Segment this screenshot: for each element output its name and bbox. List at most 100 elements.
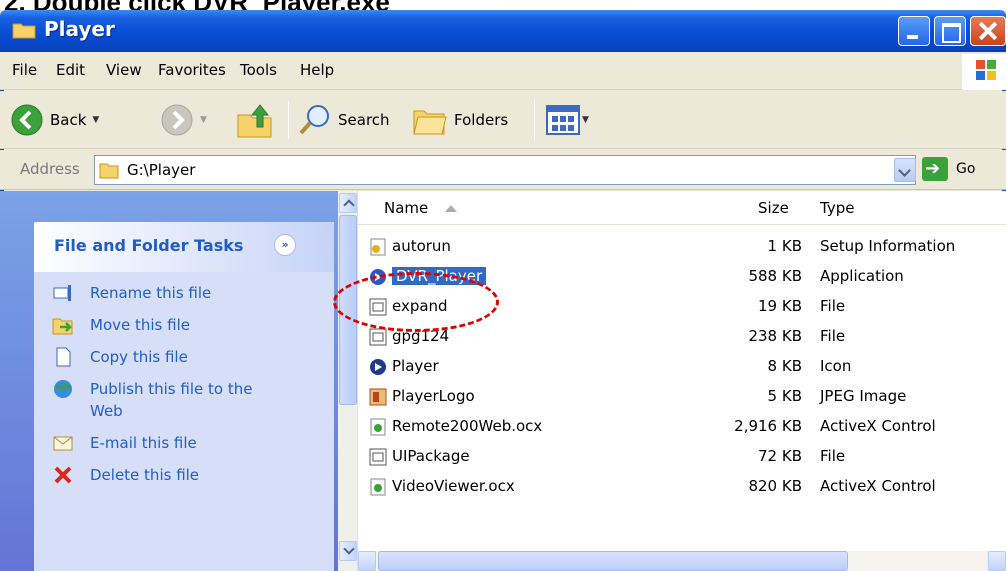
menu-file[interactable]: File xyxy=(12,61,37,79)
minimize-button[interactable] xyxy=(898,16,930,46)
task-publish[interactable]: Publish this file to the Web xyxy=(52,378,322,422)
file-icon xyxy=(369,448,387,466)
file-row[interactable]: Remote200Web.ocx 2,916 KB ActiveX Contro… xyxy=(368,413,998,443)
file-row[interactable]: gpg124 238 KB File xyxy=(368,323,998,353)
file-row[interactable]: autorun 1 KB Setup Information xyxy=(368,233,998,263)
menu-edit[interactable]: Edit xyxy=(56,61,85,79)
task-move[interactable]: Move this file xyxy=(52,314,322,336)
go-button[interactable]: Go xyxy=(922,157,975,181)
file-size: 19 KB xyxy=(758,297,802,315)
activex-icon xyxy=(370,418,386,436)
file-list-pane: Name Size Type autorun 1 KB Setup Inform… xyxy=(338,191,1006,571)
horizontal-scrollbar[interactable] xyxy=(358,551,1006,571)
views-dropdown-icon[interactable]: ▼ xyxy=(582,115,589,125)
scroll-up-button[interactable] xyxy=(339,193,357,213)
file-row[interactable]: UIPackage 72 KB File xyxy=(368,443,998,473)
file-row[interactable]: Player 8 KB Icon xyxy=(368,353,998,383)
file-name: Remote200Web.ocx xyxy=(392,417,543,435)
scroll-left-button[interactable] xyxy=(358,551,376,571)
column-header-name[interactable]: Name xyxy=(384,191,458,225)
file-size: 1 KB xyxy=(767,237,802,255)
column-header-size-label: Size xyxy=(758,199,789,217)
address-path: G:\Player xyxy=(127,161,196,179)
file-name: Player xyxy=(392,357,439,375)
file-size: 72 KB xyxy=(758,447,802,465)
file-type: Setup Information xyxy=(820,237,956,255)
task-label: Publish this file to the Web xyxy=(90,380,253,420)
maximize-button[interactable] xyxy=(934,16,966,46)
file-name: autorun xyxy=(392,237,451,255)
file-size: 2,916 KB xyxy=(734,417,802,435)
address-label: Address xyxy=(20,160,80,178)
column-header-type[interactable]: Type xyxy=(820,191,854,225)
column-header-name-label: Name xyxy=(384,199,429,217)
task-rename[interactable]: Rename this file xyxy=(52,282,322,304)
menu-help[interactable]: Help xyxy=(300,61,334,79)
file-name: gpg124 xyxy=(392,327,450,345)
windows-logo-icon xyxy=(962,54,1006,90)
close-button[interactable] xyxy=(970,16,1006,46)
task-label: Move this file xyxy=(90,316,190,334)
image-icon xyxy=(369,388,387,406)
address-input[interactable]: G:\Player xyxy=(94,155,916,185)
file-size: 820 KB xyxy=(748,477,802,495)
file-type: ActiveX Control xyxy=(820,417,936,435)
go-label: Go xyxy=(956,161,976,177)
search-icon xyxy=(299,105,329,135)
file-type: Application xyxy=(820,267,904,285)
file-size: 238 KB xyxy=(748,327,802,345)
task-list: Rename this file Move this file Copy thi… xyxy=(52,282,322,496)
column-header-size[interactable]: Size xyxy=(758,191,789,225)
forward-dropdown-icon[interactable]: ▼ xyxy=(200,115,207,125)
activex-icon xyxy=(370,478,386,496)
file-type: File xyxy=(820,327,846,345)
address-dropdown-button[interactable] xyxy=(894,158,916,182)
back-dropdown-icon[interactable]: ▼ xyxy=(92,115,99,125)
file-row[interactable]: DVR_Player 588 KB Application xyxy=(368,263,998,293)
file-size: 5 KB xyxy=(767,387,802,405)
folders-button[interactable]: Folders xyxy=(412,103,508,137)
file-size: 588 KB xyxy=(748,267,802,285)
back-label: Back xyxy=(50,111,87,129)
scroll-thumb[interactable] xyxy=(339,215,357,405)
task-delete[interactable]: Delete this file xyxy=(52,464,322,486)
collapse-chevron-icon[interactable]: » xyxy=(274,234,296,256)
file-row[interactable]: expand 19 KB File xyxy=(368,293,998,323)
file-type: JPEG Image xyxy=(820,387,907,405)
file-name: PlayerLogo xyxy=(392,387,475,405)
file-type: ActiveX Control xyxy=(820,477,936,495)
forward-button[interactable]: ▼ xyxy=(160,103,207,137)
task-copy[interactable]: Copy this file xyxy=(52,346,322,368)
file-name: VideoViewer.ocx xyxy=(392,477,515,495)
scroll-down-button[interactable] xyxy=(339,541,357,561)
folder-icon xyxy=(12,23,36,39)
up-folder-icon xyxy=(237,104,272,138)
task-panel-title: File and Folder Tasks xyxy=(54,236,244,255)
title-bar[interactable]: Player xyxy=(0,10,1006,52)
search-button[interactable]: Search xyxy=(298,103,390,137)
toolbar-separator xyxy=(534,101,535,139)
email-icon xyxy=(53,436,73,451)
scroll-thumb[interactable] xyxy=(378,551,848,571)
up-folder-button[interactable] xyxy=(236,101,276,139)
task-panel-header[interactable]: File and Folder Tasks » xyxy=(34,222,334,272)
rename-icon xyxy=(53,285,71,301)
file-row[interactable]: VideoViewer.ocx 820 KB ActiveX Control xyxy=(368,473,998,503)
scroll-right-button[interactable] xyxy=(988,551,1006,571)
task-label: E-mail this file xyxy=(90,434,197,452)
setup-icon xyxy=(370,238,386,256)
menu-view[interactable]: View xyxy=(106,61,142,79)
back-button[interactable]: Back ▼ xyxy=(10,103,99,137)
vertical-scrollbar[interactable] xyxy=(338,191,358,571)
delete-icon xyxy=(54,466,72,484)
go-arrow-icon xyxy=(922,157,948,181)
views-button[interactable]: ▼ xyxy=(546,105,589,135)
back-arrow-icon xyxy=(11,104,43,136)
file-row[interactable]: PlayerLogo 5 KB JPEG Image xyxy=(368,383,998,413)
player-icon xyxy=(370,359,386,375)
publish-icon xyxy=(54,380,72,398)
menu-tools[interactable]: Tools xyxy=(240,61,277,79)
task-email[interactable]: E-mail this file xyxy=(52,432,322,454)
explorer-window: Player File Edit View Favorites Tools He… xyxy=(0,10,1006,571)
menu-favorites[interactable]: Favorites xyxy=(158,61,226,79)
